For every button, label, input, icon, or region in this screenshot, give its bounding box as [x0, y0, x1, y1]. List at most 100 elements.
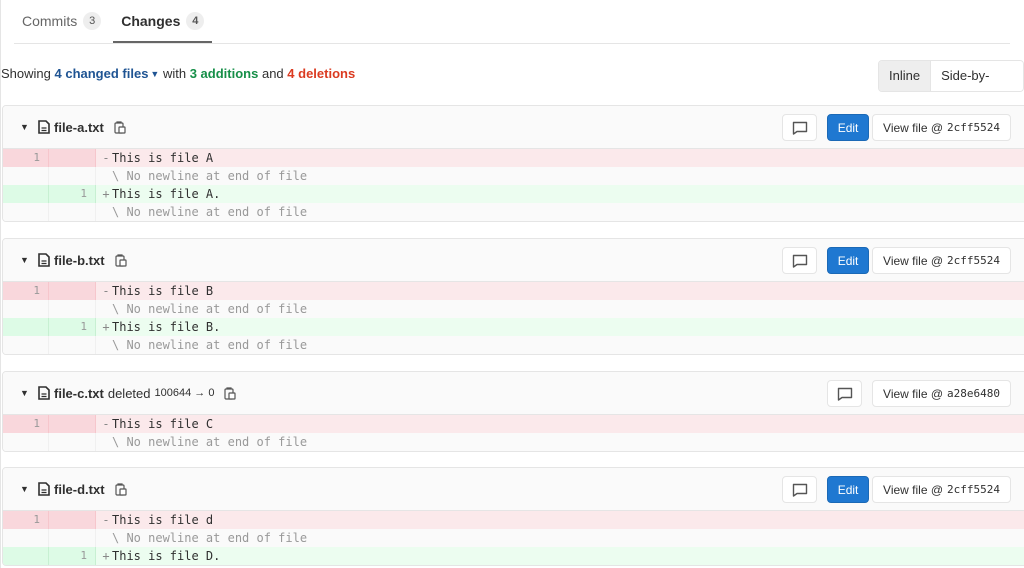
new-line-number[interactable]: 1 [49, 547, 96, 565]
line-text: This is file B [112, 284, 214, 298]
comment-icon [837, 387, 853, 401]
file-text-icon [38, 386, 50, 400]
line-text: This is file D. [112, 549, 221, 563]
line-text: \ No newline at end of file [112, 169, 308, 183]
new-line-number[interactable] [49, 511, 96, 529]
tab-label: Changes [121, 13, 181, 29]
diff-view-toggle: Inline Side-by-side [878, 60, 1024, 92]
collapse-chevron-icon[interactable]: ▼ [20, 255, 30, 265]
old-line-number[interactable] [3, 336, 49, 354]
collapse-chevron-icon[interactable]: ▼ [20, 122, 30, 132]
tab-count-badge: 4 [186, 12, 205, 30]
diff-line-meta: \ No newline at end of file [3, 529, 1024, 547]
new-line-number[interactable] [49, 149, 96, 167]
file-header: ▼ file-d.txt Edit View file @2cff5524 [3, 468, 1024, 511]
comment-icon [792, 254, 808, 268]
diff-line-del: 1 - This is file B [3, 282, 1024, 300]
diff-file-file-a-txt: ▼ file-a.txt Edit View file @2cff5524 1- This… [2, 105, 1024, 222]
new-line-number[interactable] [49, 167, 96, 185]
diff-sign: + [102, 549, 110, 563]
copy-file-path-icon[interactable] [114, 120, 126, 134]
old-line-number[interactable] [3, 318, 49, 336]
file-mode-change: 100644 → 0 [154, 387, 215, 399]
toggle-comments-button[interactable] [782, 476, 818, 503]
deletions-count: 4 deletions [287, 66, 356, 81]
copy-file-path-icon[interactable] [114, 482, 127, 496]
new-line-number[interactable] [49, 529, 96, 547]
commit-sha: a28e6480 [947, 387, 1000, 400]
line-content: - This is file B [96, 282, 1024, 300]
file-actions: View file @ a28e6480 [827, 380, 1011, 407]
comment-icon [792, 483, 808, 497]
copy-file-path-icon[interactable] [114, 253, 127, 267]
line-text: \ No newline at end of file [112, 302, 308, 316]
toggle-comments-button[interactable] [782, 247, 818, 274]
old-line-number[interactable] [3, 547, 49, 565]
old-line-number[interactable] [3, 529, 49, 547]
diff-file-file-c-txt: ▼ file-c.txt deleted 100644 → 0 View file @ a… [2, 371, 1024, 452]
new-line-number[interactable] [49, 282, 96, 300]
tab-changes[interactable]: Changes 4 [113, 0, 213, 43]
toggle-comments-button[interactable] [827, 380, 863, 407]
old-line-number[interactable] [3, 203, 49, 221]
collapse-chevron-icon[interactable]: ▼ [20, 484, 30, 494]
line-text: This is file A [112, 151, 214, 165]
summary-and: and [261, 66, 284, 81]
line-text: This is file B. [112, 320, 221, 334]
copy-file-path-icon[interactable] [224, 386, 237, 400]
line-content: \ No newline at end of file [96, 300, 1024, 318]
line-content: + This is file D. [96, 547, 1024, 565]
edit-file-button[interactable]: Edit [827, 476, 870, 503]
line-content: \ No newline at end of file [96, 433, 1024, 451]
old-line-number[interactable]: 1 [3, 149, 49, 167]
old-line-number[interactable]: 1 [3, 415, 49, 433]
old-line-number[interactable] [3, 167, 49, 185]
file-name-link[interactable]: file-a.txt [54, 120, 104, 135]
diff-line-add: 1 + This is file B. [3, 318, 1024, 336]
view-file-button[interactable]: View file @2cff5524 [872, 476, 1011, 503]
file-actions: Edit View file @2cff5524 [782, 476, 1011, 503]
file-text-icon [38, 482, 50, 496]
edit-file-button[interactable]: Edit [827, 114, 870, 141]
summary-with: with [162, 66, 187, 81]
commit-sha: 2cff5524 [947, 121, 1000, 134]
file-header: ▼ file-a.txt Edit View file @2cff5524 [3, 106, 1024, 149]
line-text: \ No newline at end of file [112, 205, 308, 219]
old-line-number[interactable]: 1 [3, 282, 49, 300]
line-content: \ No newline at end of file [96, 336, 1024, 354]
diff-sign: + [102, 187, 110, 201]
file-actions: Edit View file @2cff5524 [782, 247, 1011, 274]
commit-sha: 2cff5524 [947, 483, 1000, 496]
new-line-number[interactable] [49, 336, 96, 354]
inline-view-button[interactable]: Inline [879, 61, 932, 91]
view-file-button[interactable]: View file @ a28e6480 [872, 380, 1011, 407]
line-content: \ No newline at end of file [96, 203, 1024, 221]
new-line-number[interactable] [49, 433, 96, 451]
old-line-number[interactable] [3, 300, 49, 318]
diff-line-add: 1 + This is file D. [3, 547, 1024, 565]
file-actions: Edit View file @2cff5524 [782, 114, 1011, 141]
view-file-label: View file @ [883, 120, 944, 135]
view-file-button[interactable]: View file @2cff5524 [872, 247, 1011, 274]
new-line-number[interactable] [49, 203, 96, 221]
collapse-chevron-icon[interactable]: ▼ [20, 388, 30, 398]
toggle-comments-button[interactable] [782, 114, 818, 141]
diff-line-meta: \ No newline at end of file [3, 203, 1024, 221]
old-line-number[interactable]: 1 [3, 511, 49, 529]
old-line-number[interactable] [3, 433, 49, 451]
file-name-link[interactable]: file-d.txt [54, 482, 105, 497]
new-line-number[interactable] [49, 300, 96, 318]
new-line-number[interactable]: 1 [49, 318, 96, 336]
old-line-number[interactable] [3, 185, 49, 203]
changed-files-dropdown[interactable]: 4 changed files ▼ [55, 66, 160, 81]
new-line-number[interactable] [49, 415, 96, 433]
edit-file-button[interactable]: Edit [827, 247, 870, 274]
side-by-side-view-button[interactable]: Side-by-side [931, 61, 1023, 91]
diff-summary: Showing 4 changed files ▼ with 3 addition… [1, 66, 355, 81]
line-content: - This is file C [96, 415, 1024, 433]
new-line-number[interactable]: 1 [49, 185, 96, 203]
file-name-link[interactable]: file-c.txt [54, 386, 104, 401]
view-file-button[interactable]: View file @2cff5524 [872, 114, 1011, 141]
tab-commits[interactable]: Commits 3 [14, 0, 109, 42]
file-name-link[interactable]: file-b.txt [54, 253, 105, 268]
